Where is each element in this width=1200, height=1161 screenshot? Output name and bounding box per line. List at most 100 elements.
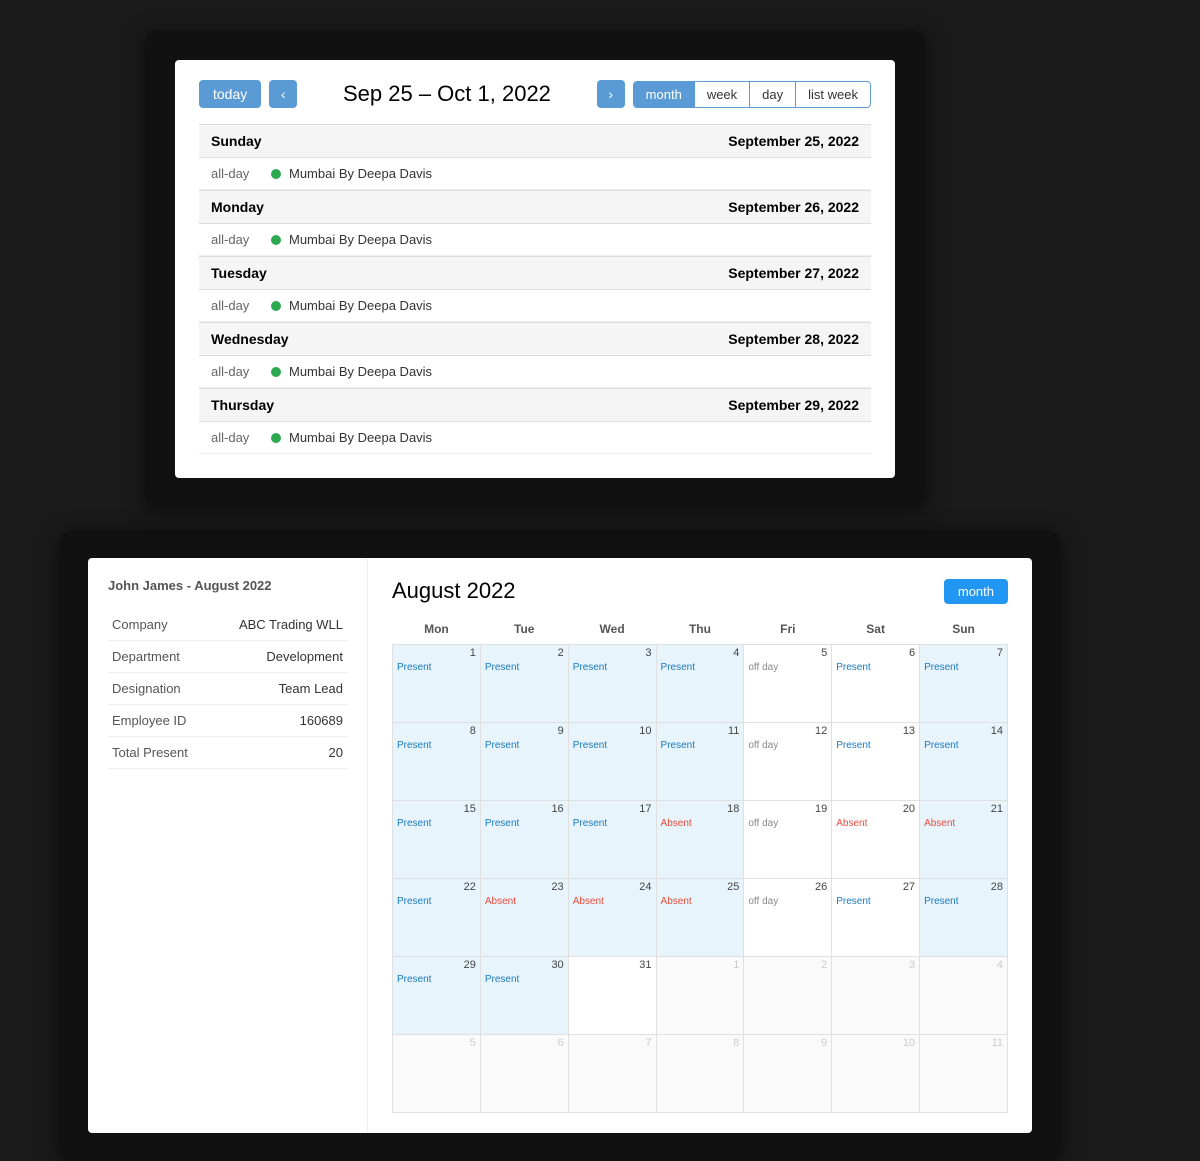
col-header: Fri bbox=[744, 618, 832, 645]
col-header: Sat bbox=[832, 618, 920, 645]
col-header: Sun bbox=[920, 618, 1008, 645]
cell-status: Present bbox=[397, 739, 476, 752]
day-name: Sunday bbox=[211, 133, 262, 149]
event-row[interactable]: all-dayMumbai By Deepa Davis bbox=[199, 356, 871, 388]
info-row: Total Present20 bbox=[108, 737, 347, 769]
top-card: today ‹ Sep 25 – Oct 1, 2022 › month wee… bbox=[145, 30, 925, 508]
cell-status: Absent bbox=[924, 817, 1003, 830]
month-panel: August 2022 month MonTueWedThuFriSatSun1… bbox=[368, 558, 1032, 1133]
day-header: SundaySeptember 25, 2022 bbox=[199, 124, 871, 158]
day-cell: 5 bbox=[393, 1035, 481, 1113]
event-row[interactable]: all-dayMumbai By Deepa Davis bbox=[199, 224, 871, 256]
week-row: 8Present9Present10Present11Present12off … bbox=[393, 723, 1008, 801]
day-cell: 9 bbox=[744, 1035, 832, 1113]
month-view-button[interactable]: month bbox=[634, 82, 695, 107]
cell-number: 21 bbox=[924, 803, 1003, 815]
info-value: 20 bbox=[216, 737, 347, 769]
cell-number: 1 bbox=[397, 647, 476, 659]
cell-status: Absent bbox=[661, 895, 740, 908]
cell-number: 1 bbox=[661, 959, 740, 971]
cell-number: 13 bbox=[836, 725, 915, 737]
cell-number: 19 bbox=[748, 803, 827, 815]
listweek-view-button[interactable]: list week bbox=[796, 82, 870, 107]
date-range-title: Sep 25 – Oct 1, 2022 bbox=[305, 81, 588, 107]
next-button[interactable]: › bbox=[597, 80, 625, 108]
event-time: all-day bbox=[211, 430, 271, 445]
col-header: Thu bbox=[656, 618, 744, 645]
day-name: Monday bbox=[211, 199, 264, 215]
event-time: all-day bbox=[211, 298, 271, 313]
prev-button[interactable]: ‹ bbox=[269, 80, 297, 108]
cell-number: 27 bbox=[836, 881, 915, 893]
day-cell: 30Present bbox=[480, 957, 568, 1035]
info-row: DesignationTeam Lead bbox=[108, 673, 347, 705]
event-row[interactable]: all-day Mumbai By Deepa Davis bbox=[199, 290, 871, 322]
cell-status: off day bbox=[748, 817, 827, 830]
cell-number: 10 bbox=[573, 725, 652, 737]
cell-number: 15 bbox=[397, 803, 476, 815]
info-row: Employee ID160689 bbox=[108, 705, 347, 737]
day-name: Tuesday bbox=[211, 265, 267, 281]
event-time: all-day bbox=[211, 166, 271, 181]
day-cell: 11 Present bbox=[656, 723, 744, 801]
info-value: Development bbox=[216, 641, 347, 673]
cell-number: 22 bbox=[397, 881, 476, 893]
cell-status: Present bbox=[836, 895, 915, 908]
day-cell: 2 bbox=[744, 957, 832, 1035]
event-title: Mumbai By Deepa Davis bbox=[289, 298, 432, 313]
events-list: SundaySeptember 25, 2022 all-day Mumbai By… bbox=[199, 124, 871, 454]
cell-number: 3 bbox=[836, 959, 915, 971]
cell-status: Present bbox=[397, 973, 476, 986]
info-panel: John James - August 2022 CompanyABC Trad… bbox=[88, 558, 368, 1133]
cell-number: 2 bbox=[485, 647, 564, 659]
month-header: August 2022 month bbox=[392, 578, 1008, 604]
day-cell: 24Absent bbox=[568, 879, 656, 957]
week-row: 15Present16Present17Present18Absent19off… bbox=[393, 801, 1008, 879]
event-row[interactable]: all-dayMumbai By Deepa Davis bbox=[199, 422, 871, 454]
cell-number: 11 bbox=[661, 725, 740, 737]
cell-number: 10 bbox=[836, 1037, 915, 1049]
info-value: Team Lead bbox=[216, 673, 347, 705]
event-dot-icon bbox=[271, 301, 281, 311]
cell-status: Present bbox=[836, 661, 915, 674]
cell-number: 5 bbox=[397, 1037, 476, 1049]
week-view-button[interactable]: week bbox=[695, 82, 750, 107]
cell-status: Present bbox=[924, 661, 1003, 674]
cell-number: 12 bbox=[748, 725, 827, 737]
cell-status: Present bbox=[661, 739, 740, 752]
info-value: 160689 bbox=[216, 705, 347, 737]
month-title: August 2022 bbox=[392, 578, 516, 604]
day-cell: 13Present bbox=[832, 723, 920, 801]
cell-number: 23 bbox=[485, 881, 564, 893]
day-cell: 8Present bbox=[393, 723, 481, 801]
cell-status: Absent bbox=[661, 817, 740, 830]
month-grid: MonTueWedThuFriSatSun1Present2Present3Pr… bbox=[392, 618, 1008, 1113]
cell-status: Present bbox=[924, 895, 1003, 908]
day-cell: 5off day bbox=[744, 645, 832, 723]
day-date: September 28, 2022 bbox=[728, 331, 859, 347]
day-cell: 1Present bbox=[393, 645, 481, 723]
cell-status: Present bbox=[573, 817, 652, 830]
day-header: ThursdaySeptember 29, 2022 bbox=[199, 388, 871, 422]
today-button[interactable]: today bbox=[199, 80, 261, 108]
day-cell: 22Present bbox=[393, 879, 481, 957]
event-row[interactable]: all-dayMumbai By Deepa Davis bbox=[199, 158, 871, 190]
cell-number: 4 bbox=[924, 959, 1003, 971]
cell-number: 6 bbox=[836, 647, 915, 659]
info-panel-title: John James - August 2022 bbox=[108, 578, 347, 593]
day-cell: 27 Present bbox=[832, 879, 920, 957]
info-row: CompanyABC Trading WLL bbox=[108, 609, 347, 641]
cell-number: 2 bbox=[748, 959, 827, 971]
cell-number: 26 bbox=[748, 881, 827, 893]
day-cell: 10Present bbox=[568, 723, 656, 801]
info-table: CompanyABC Trading WLLDepartmentDevelopm… bbox=[108, 609, 347, 769]
month-button[interactable]: month bbox=[944, 579, 1008, 604]
calendar-header: today ‹ Sep 25 – Oct 1, 2022 › month wee… bbox=[199, 80, 871, 108]
day-view-button[interactable]: day bbox=[750, 82, 796, 107]
week-row: 567891011 bbox=[393, 1035, 1008, 1113]
day-cell: 9Present bbox=[480, 723, 568, 801]
col-header: Wed bbox=[568, 618, 656, 645]
cell-status: Present bbox=[485, 739, 564, 752]
cell-status: Absent bbox=[573, 895, 652, 908]
day-cell: 7Present bbox=[920, 645, 1008, 723]
